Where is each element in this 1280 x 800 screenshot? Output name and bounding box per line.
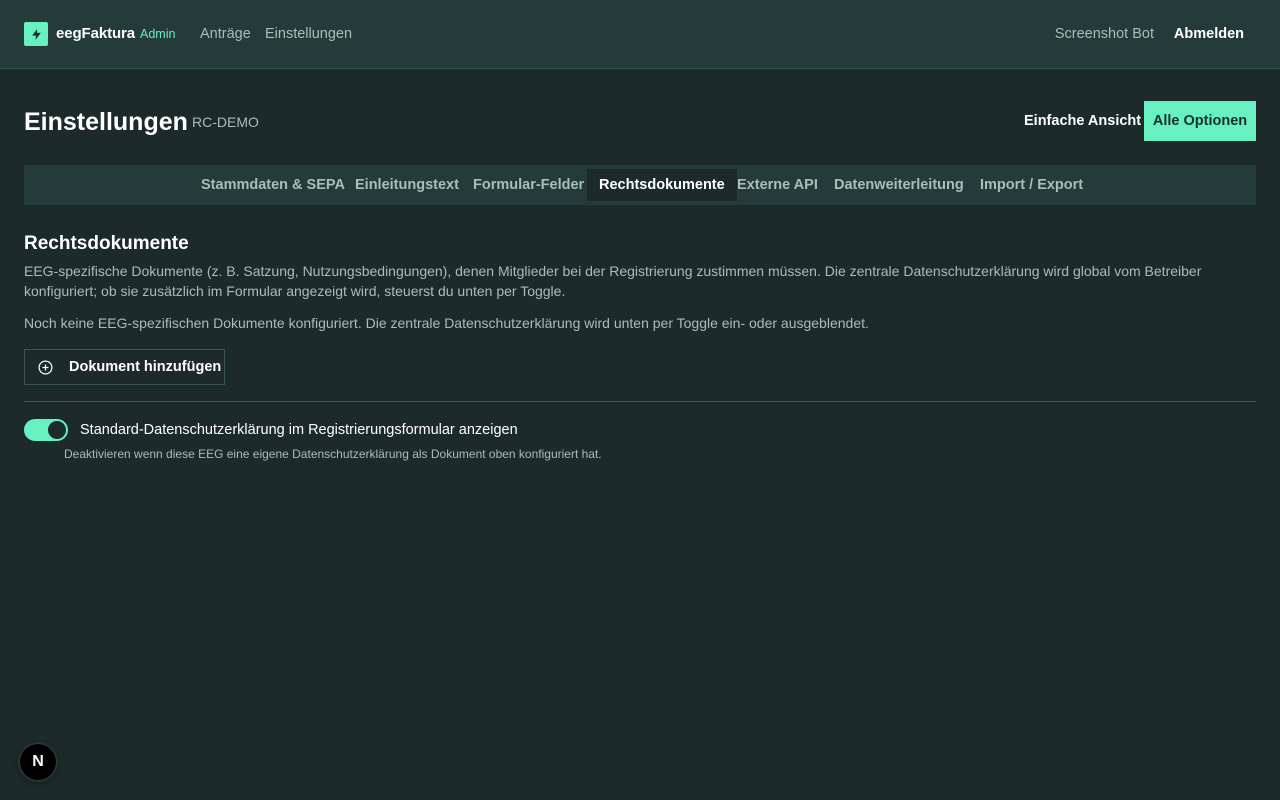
privacy-toggle-label[interactable]: Standard-Datenschutzerklärung im Registr… — [80, 422, 518, 438]
section-title: Rechtsdokumente — [24, 233, 189, 254]
section-divider — [24, 401, 1256, 402]
role-badge: Admin — [140, 27, 176, 41]
user-name: Screenshot Bot — [1054, 26, 1154, 42]
toggle-knob — [48, 421, 66, 439]
tab-datenweiterleitung[interactable]: Datenweiterleitung — [822, 169, 976, 201]
add-document-button[interactable]: Dokument hinzufügen — [24, 349, 225, 385]
top-navbar: eegFaktura Admin Anträge Einstellungen S… — [0, 0, 1280, 69]
privacy-toggle-help: Deaktivieren wenn diese EEG eine eigene … — [64, 447, 602, 461]
settings-tabs: Stammdaten & SEPA Einleitungstext Formul… — [24, 165, 1256, 205]
tab-rechtsdokumente[interactable]: Rechtsdokumente — [587, 169, 737, 201]
tab-formular-felder[interactable]: Formular-Felder — [461, 169, 596, 201]
logout-button[interactable]: Abmelden — [1174, 26, 1244, 42]
nav-einstellungen[interactable]: Einstellungen — [265, 26, 352, 42]
simple-view-button[interactable]: Einfache Ansicht — [1024, 113, 1141, 129]
section-description: EEG-spezifische Dokumente (z. B. Satzung… — [24, 263, 1202, 299]
nav-antraege[interactable]: Anträge — [200, 26, 251, 42]
page-title: Einstellungen — [24, 108, 188, 136]
privacy-toggle[interactable] — [24, 419, 68, 441]
all-options-button[interactable]: Alle Optionen — [1144, 101, 1256, 141]
empty-state-note: Noch keine EEG-spezifischen Dokumente ko… — [24, 315, 869, 331]
tab-stammdaten-sepa[interactable]: Stammdaten & SEPA — [189, 169, 357, 201]
nextjs-dev-badge[interactable]: N — [19, 743, 57, 781]
tab-import-export[interactable]: Import / Export — [968, 169, 1095, 201]
add-document-label: Dokument hinzufügen — [69, 359, 222, 375]
brand-name[interactable]: eegFaktura — [56, 25, 135, 42]
org-code: RC-DEMO — [192, 114, 259, 130]
lightning-icon[interactable] — [24, 22, 48, 46]
plus-circle-icon — [38, 360, 53, 375]
tab-externe-api[interactable]: Externe API — [725, 169, 830, 201]
lightning-glyph — [31, 28, 41, 40]
tab-einleitungstext[interactable]: Einleitungstext — [343, 169, 471, 201]
